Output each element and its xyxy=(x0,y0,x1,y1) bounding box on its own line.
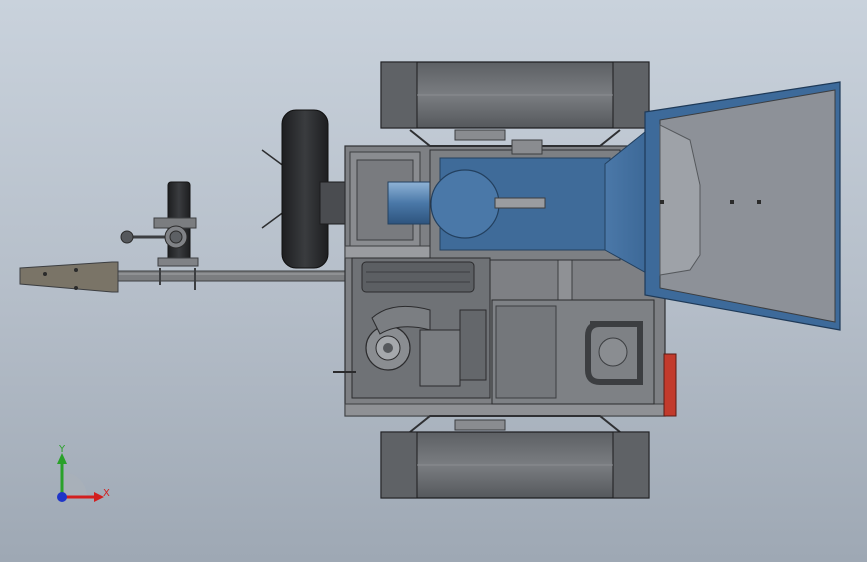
chipper-housing xyxy=(429,139,621,261)
hitch-coupler xyxy=(19,261,119,293)
triad-arc xyxy=(62,472,87,497)
tail-light xyxy=(663,353,677,417)
triad-y-label: Y xyxy=(58,444,66,455)
cad-viewport[interactable]: Y X xyxy=(0,0,867,562)
tow-bar xyxy=(109,270,351,282)
triad-x-label: X xyxy=(103,488,110,499)
road-wheel-top xyxy=(380,61,650,129)
tool-box xyxy=(491,299,655,405)
wood-chipper-top-view: Y X xyxy=(19,61,841,502)
road-wheel-bottom xyxy=(380,431,650,499)
triad-z-axis xyxy=(57,492,67,502)
coordinate-triad: Y X xyxy=(57,444,110,502)
engine-block xyxy=(333,257,491,399)
axle-bracket-bottom xyxy=(409,415,621,433)
